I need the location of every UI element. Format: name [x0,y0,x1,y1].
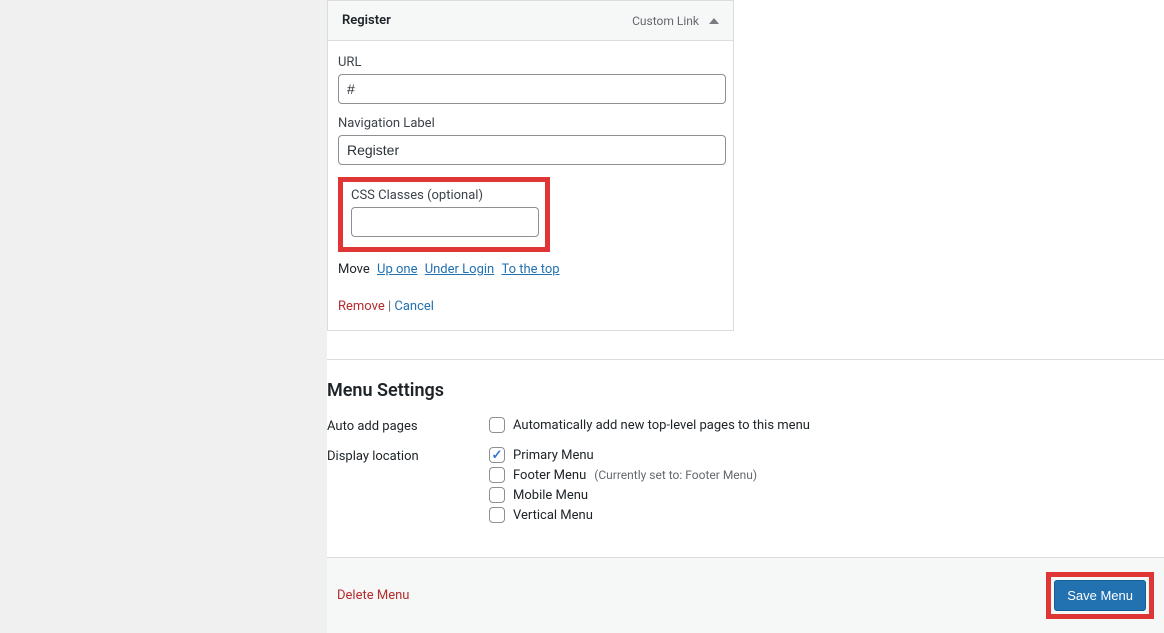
menu-item-panel: Register Custom Link URL Navigation Labe… [327,0,734,331]
checkbox-icon[interactable] [489,507,505,523]
move-row: Move Up one Under Login To the top [338,262,723,277]
url-label: URL [338,55,723,70]
checkbox-icon[interactable] [489,467,505,483]
auto-add-pages-label: Auto add pages [327,417,489,434]
highlight-css-classes: CSS Classes (optional) [338,177,550,252]
move-label: Move [338,262,370,277]
remove-link[interactable]: Remove [338,299,385,314]
cancel-link[interactable]: Cancel [394,299,434,314]
css-classes-label: CSS Classes (optional) [351,188,537,203]
auto-add-pages-checkbox-row[interactable]: Automatically add new top-level pages to… [489,417,1164,433]
move-under-link[interactable]: Under Login [425,262,495,277]
delete-menu-link[interactable]: Delete Menu [337,588,409,603]
move-up-link[interactable]: Up one [377,262,417,277]
url-input[interactable] [338,74,726,104]
move-top-link[interactable]: To the top [501,262,559,277]
footer-bar: Delete Menu Save Menu [327,557,1164,633]
divider [327,359,1164,360]
css-classes-input[interactable] [351,207,539,237]
nav-label-label: Navigation Label [338,116,723,131]
location-footer-menu[interactable]: Footer Menu (Currently set to: Footer Me… [489,467,1164,483]
location-mobile-menu[interactable]: Mobile Menu [489,487,1164,503]
checkbox-icon[interactable] [489,487,505,503]
menu-item-header[interactable]: Register Custom Link [328,1,733,41]
checkbox-icon[interactable] [489,447,505,463]
location-label: Primary Menu [513,448,594,463]
nav-label-input[interactable] [338,135,726,165]
location-label: Footer Menu [513,468,586,483]
highlight-save-menu: Save Menu [1046,572,1154,619]
menu-settings-heading: Menu Settings [327,380,1164,401]
menu-item-body: URL Navigation Label CSS Classes (option… [328,41,733,330]
location-note: (Currently set to: Footer Menu) [594,468,757,482]
location-vertical-menu[interactable]: Vertical Menu [489,507,1164,523]
checkbox-icon[interactable] [489,417,505,433]
caret-up-icon[interactable] [709,18,719,24]
location-primary-menu[interactable]: Primary Menu [489,447,1164,463]
location-label: Vertical Menu [513,508,593,523]
save-menu-button[interactable]: Save Menu [1054,580,1146,611]
display-location-label: Display location [327,447,489,464]
auto-add-pages-text: Automatically add new top-level pages to… [513,418,810,433]
menu-item-type: Custom Link [632,14,699,28]
location-label: Mobile Menu [513,488,588,503]
menu-item-title: Register [342,13,391,28]
